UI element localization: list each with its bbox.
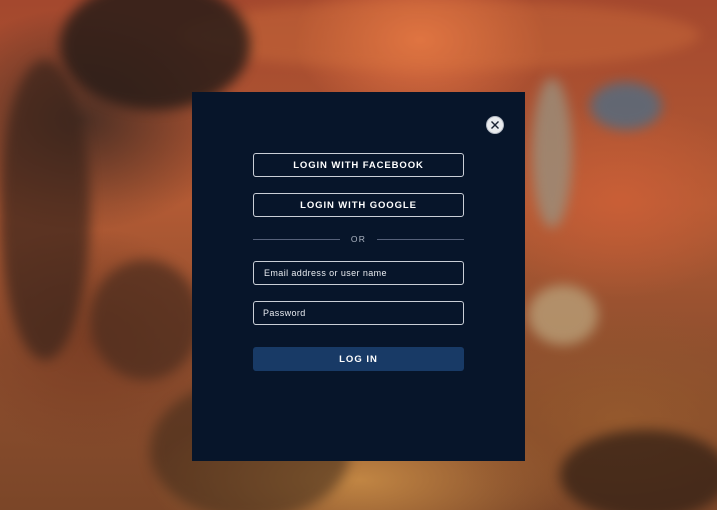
email-placeholder: Email address or user name <box>264 268 387 278</box>
background-glow <box>180 0 700 70</box>
background-equipment <box>90 260 200 380</box>
background-equipment <box>0 60 90 360</box>
background-microphone <box>532 78 572 228</box>
google-button-label: LOGIN WITH GOOGLE <box>300 199 417 211</box>
divider-line <box>253 238 340 240</box>
close-icon <box>490 120 500 130</box>
facebook-button-label: LOGIN WITH FACEBOOK <box>293 159 424 171</box>
background-guitar <box>528 285 598 345</box>
divider-line <box>377 238 464 240</box>
log-in-label: LOG IN <box>339 353 378 365</box>
background-shadow <box>560 430 717 510</box>
or-divider: OR <box>253 233 464 245</box>
login-with-facebook-button[interactable]: LOGIN WITH FACEBOOK <box>253 153 464 177</box>
log-in-button[interactable]: LOG IN <box>253 347 464 371</box>
login-modal: LOGIN WITH FACEBOOK LOGIN WITH GOOGLE OR… <box>192 92 525 461</box>
password-field[interactable]: Password <box>253 301 464 325</box>
password-placeholder: Password <box>263 308 306 318</box>
close-button[interactable] <box>486 116 504 134</box>
email-field[interactable]: Email address or user name <box>253 261 464 285</box>
background-monitor <box>590 82 662 130</box>
login-with-google-button[interactable]: LOGIN WITH GOOGLE <box>253 193 464 217</box>
divider-text: OR <box>350 234 367 244</box>
